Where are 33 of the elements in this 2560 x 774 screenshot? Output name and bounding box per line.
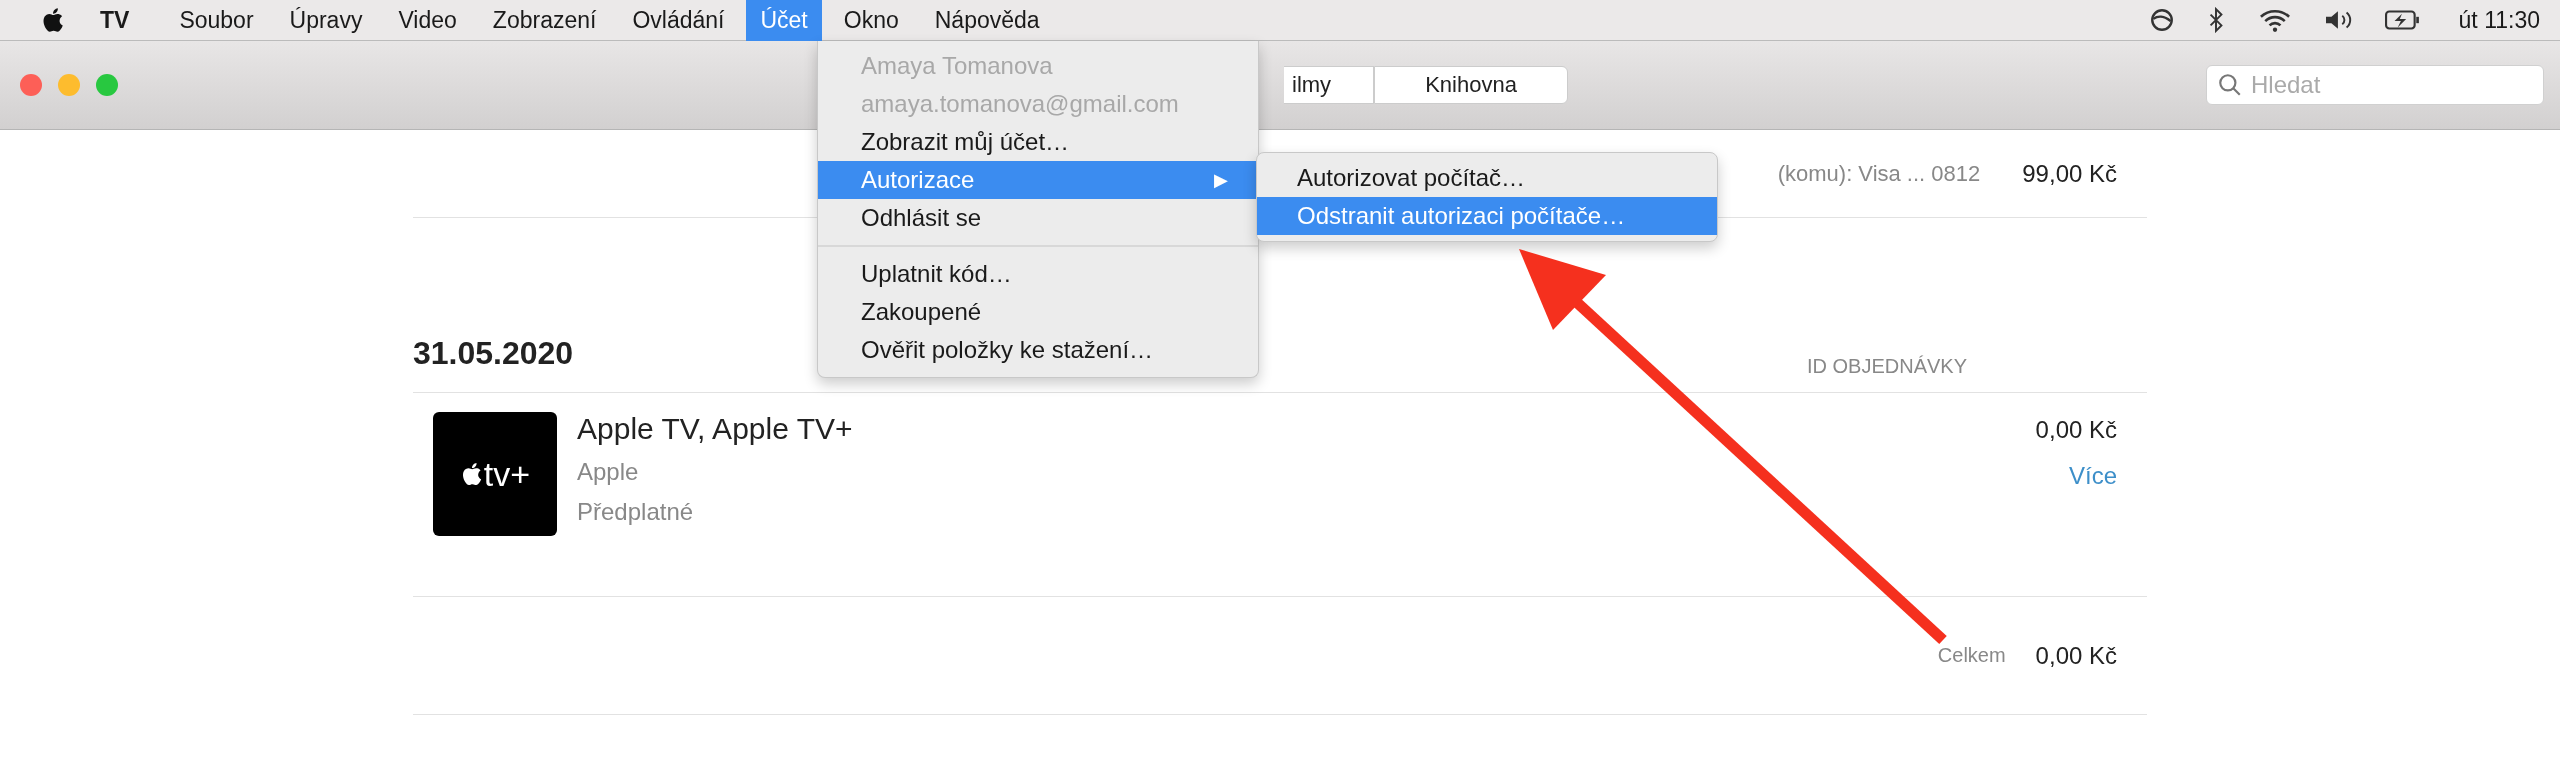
segment-tab[interactable]: Knihovna [1374,66,1568,104]
order-date: 31.05.2020 [413,335,574,372]
price: 0,00 Kč [2035,416,2117,444]
menu-item[interactable]: Autorizovat počítač… [1257,159,1717,197]
menu-title[interactable]: Okno [829,0,913,41]
total-price: 0,00 Kč [2035,641,2117,670]
menu-title[interactable]: Soubor [165,0,268,41]
item-type: Předplatné [577,498,695,526]
segment-tab[interactable]: ilmy [1284,66,1374,104]
search-field[interactable]: Hledat [2206,65,2544,105]
clock[interactable]: út 11:30 [2458,6,2540,34]
menu-title[interactable]: Video [384,0,471,41]
menu-title[interactable]: Nápověda [920,0,1054,41]
menu-title[interactable]: Úpravy [275,0,377,41]
menu-title[interactable]: Zobrazení [478,0,611,41]
menu-item[interactable]: Ověřit položky ke stažení… [818,331,1258,369]
price: 99,00 Kč [2022,159,2117,188]
item-title: Apple TV, Apple TV+ [577,412,853,446]
menu-item[interactable]: Zobrazit můj účet… [818,123,1258,161]
menu-item[interactable]: Zakoupené [818,293,1258,331]
more-link[interactable]: Více [2068,462,2117,490]
menu-item[interactable]: Uplatnit kód… [818,255,1258,293]
menu-item[interactable]: Odhlásit se [818,199,1258,237]
total-label: Celkem [1937,644,2006,667]
column-label: ID OBJEDNÁVKY [1806,355,1967,378]
publisher: Apple [577,458,640,486]
app-menu[interactable]: TV [100,6,130,34]
payment-method: (komu): Visa ... 0812 [1777,160,1981,187]
logo-text: tv+ [483,454,531,494]
circle-icon[interactable] [2148,7,2175,33]
search-icon [2217,72,2243,98]
battery-icon[interactable] [2384,7,2421,33]
menu-title[interactable]: Ovládání [618,0,739,41]
